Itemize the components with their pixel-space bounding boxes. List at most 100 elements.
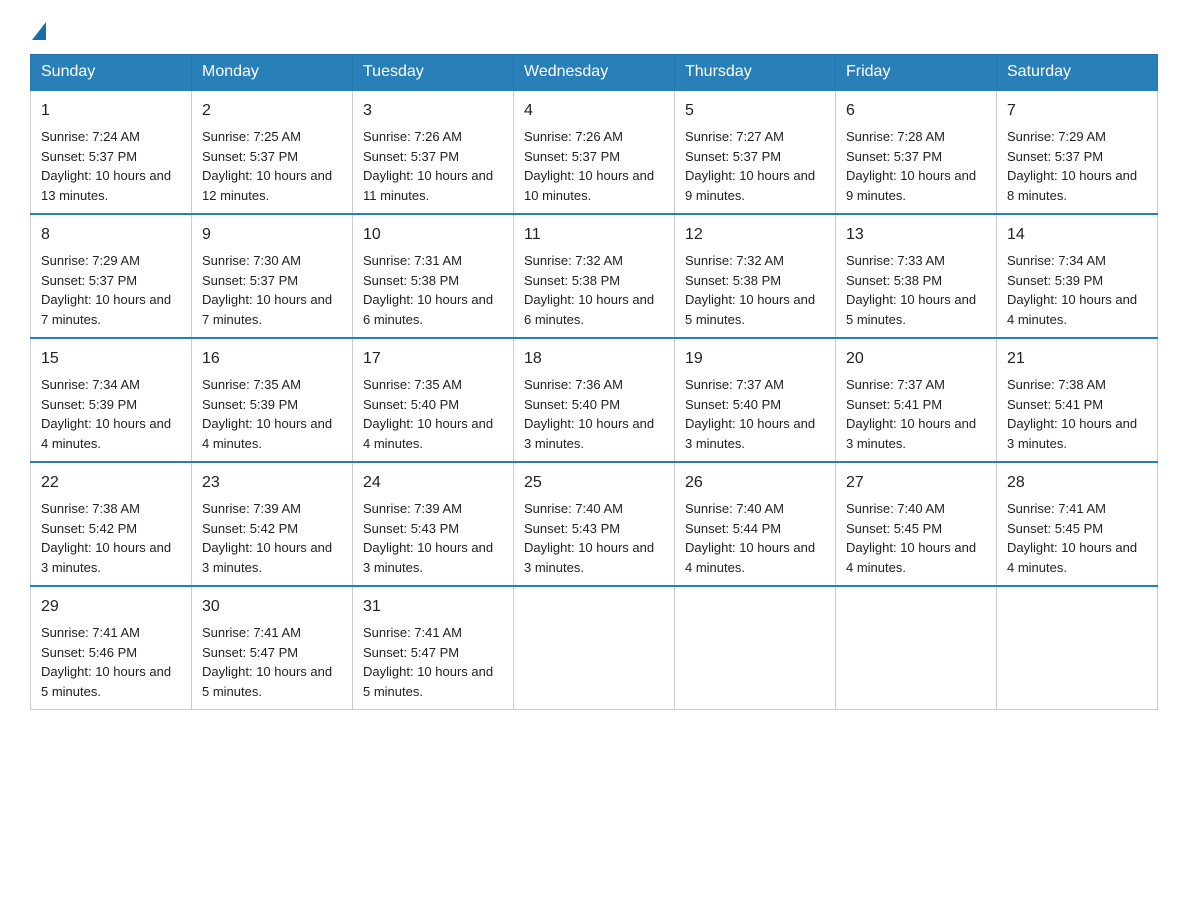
sunset-label: Sunset: 5:38 PM [685, 273, 781, 288]
sunrise-label: Sunrise: 7:33 AM [846, 253, 945, 268]
sunrise-label: Sunrise: 7:24 AM [41, 129, 140, 144]
calendar-cell: 31 Sunrise: 7:41 AM Sunset: 5:47 PM Dayligh… [353, 586, 514, 710]
daylight-label: Daylight: 10 hours and 6 minutes. [363, 292, 493, 327]
sunrise-label: Sunrise: 7:28 AM [846, 129, 945, 144]
sunset-label: Sunset: 5:37 PM [363, 149, 459, 164]
day-number: 13 [846, 223, 986, 247]
day-number: 4 [524, 99, 664, 123]
sunrise-label: Sunrise: 7:40 AM [846, 501, 945, 516]
day-number: 3 [363, 99, 503, 123]
calendar-cell: 18Sunrise: 7:36 AMSunset: 5:40 PMDayligh… [514, 338, 675, 462]
sunset-label: Sunset: 5:45 PM [846, 521, 942, 536]
daylight-label: Daylight: 10 hours and 5 minutes. [41, 664, 171, 699]
day-number: 24 [363, 471, 503, 495]
col-header-tuesday: Tuesday [353, 55, 514, 91]
daylight-label: Daylight: 10 hours and 9 minutes. [685, 168, 815, 203]
calendar-week-row: 8Sunrise: 7:29 AMSunset: 5:37 PMDaylight… [31, 214, 1158, 338]
calendar-cell: 9Sunrise: 7:30 AMSunset: 5:37 PMDaylight… [192, 214, 353, 338]
calendar-cell: 29Sunrise: 7:41 AMSunset: 5:46 PMDayligh… [31, 586, 192, 710]
sunset-label: Sunset: 5:40 PM [685, 397, 781, 412]
sunrise-label: Sunrise: 7:32 AM [685, 253, 784, 268]
sunrise-label: Sunrise: 7:30 AM [202, 253, 301, 268]
sunset-label: Sunset: 5:44 PM [685, 521, 781, 536]
calendar-cell: 21Sunrise: 7:38 AMSunset: 5:41 PMDayligh… [997, 338, 1158, 462]
sunrise-label: Sunrise: 7:37 AM [685, 377, 784, 392]
calendar-cell: 24Sunrise: 7:39 AMSunset: 5:43 PMDayligh… [353, 462, 514, 586]
sunrise-label: Sunrise: 7:41 AM [1007, 501, 1106, 516]
sunrise-label: Sunrise: 7:40 AM [685, 501, 784, 516]
daylight-label: Daylight: 10 hours and 4 minutes. [846, 540, 976, 575]
daylight-label: Daylight: 10 hours and 4 minutes. [1007, 292, 1137, 327]
day-number: 7 [1007, 99, 1147, 123]
sunrise-label: Sunrise: 7:26 AM [524, 129, 623, 144]
sunrise-label: Sunrise: 7:29 AM [41, 253, 140, 268]
sunset-label: Sunset: 5:37 PM [524, 149, 620, 164]
sunrise-label: Sunrise: 7:31 AM [363, 253, 462, 268]
calendar-cell: 3Sunrise: 7:26 AMSunset: 5:37 PMDaylight… [353, 90, 514, 214]
col-header-wednesday: Wednesday [514, 55, 675, 91]
daylight-label: Daylight: 10 hours and 3 minutes. [846, 416, 976, 451]
sunrise-label: Sunrise: 7:41 AM [41, 625, 140, 640]
calendar-cell [997, 586, 1158, 710]
daylight-label: Daylight: 10 hours and 3 minutes. [685, 416, 815, 451]
sunset-label: Sunset: 5:40 PM [524, 397, 620, 412]
daylight-label: Daylight: 10 hours and 4 minutes. [41, 416, 171, 451]
sunset-label: Sunset: 5:47 PM [363, 645, 459, 660]
sunset-label: Sunset: 5:37 PM [685, 149, 781, 164]
sunset-label: Sunset: 5:42 PM [41, 521, 137, 536]
day-number: 31 [363, 595, 503, 619]
sunrise-label: Sunrise: 7:34 AM [41, 377, 140, 392]
daylight-label: Daylight: 10 hours and 4 minutes. [202, 416, 332, 451]
calendar-week-row: 15 Sunrise: 7:34 AM Sunset: 5:39 PM Dayligh… [31, 338, 1158, 462]
calendar-cell: 4 Sunrise: 7:26 AM Sunset: 5:37 PM Daylight… [514, 90, 675, 214]
col-header-monday: Monday [192, 55, 353, 91]
day-number: 30 [202, 595, 342, 619]
daylight-label: Daylight: 10 hours and 3 minutes. [524, 540, 654, 575]
calendar-cell: 11Sunrise: 7:32 AMSunset: 5:38 PMDayligh… [514, 214, 675, 338]
day-number: 15 [41, 347, 181, 371]
sunset-label: Sunset: 5:37 PM [202, 273, 298, 288]
calendar-cell: 5Sunrise: 7:27 AMSunset: 5:37 PMDaylight… [675, 90, 836, 214]
calendar-cell: 16Sunrise: 7:35 AMSunset: 5:39 PMDayligh… [192, 338, 353, 462]
daylight-label: Daylight: 10 hours and 3 minutes. [41, 540, 171, 575]
daylight-label: Daylight: 10 hours and 5 minutes. [363, 664, 493, 699]
sunset-label: Sunset: 5:43 PM [524, 521, 620, 536]
sunset-label: Sunset: 5:38 PM [524, 273, 620, 288]
page-header [30, 20, 1158, 40]
logo [30, 20, 46, 40]
sunset-label: Sunset: 5:41 PM [846, 397, 942, 412]
day-number: 10 [363, 223, 503, 247]
sunrise-label: Sunrise: 7:35 AM [202, 377, 301, 392]
col-header-thursday: Thursday [675, 55, 836, 91]
sunrise-label: Sunrise: 7:37 AM [846, 377, 945, 392]
sunset-label: Sunset: 5:39 PM [202, 397, 298, 412]
sunrise-label: Sunrise: 7:32 AM [524, 253, 623, 268]
sunset-label: Sunset: 5:38 PM [363, 273, 459, 288]
sunset-label: Sunset: 5:42 PM [202, 521, 298, 536]
calendar-cell: 2Sunrise: 7:25 AMSunset: 5:37 PMDaylight… [192, 90, 353, 214]
calendar-week-row: 29Sunrise: 7:41 AMSunset: 5:46 PMDayligh… [31, 586, 1158, 710]
sunrise-label: Sunrise: 7:25 AM [202, 129, 301, 144]
daylight-label: Daylight: 10 hours and 3 minutes. [1007, 416, 1137, 451]
sunset-label: Sunset: 5:37 PM [202, 149, 298, 164]
day-number: 23 [202, 471, 342, 495]
daylight-label: Daylight: 10 hours and 4 minutes. [363, 416, 493, 451]
sunrise-label: Sunrise: 7:26 AM [363, 129, 462, 144]
logo-triangle-icon [32, 22, 46, 40]
sunrise-label: Sunrise: 7:34 AM [1007, 253, 1106, 268]
daylight-label: Daylight: 10 hours and 10 minutes. [524, 168, 654, 203]
sunset-label: Sunset: 5:39 PM [41, 397, 137, 412]
daylight-label: Daylight: 10 hours and 6 minutes. [524, 292, 654, 327]
calendar-cell: 12Sunrise: 7:32 AMSunset: 5:38 PMDayligh… [675, 214, 836, 338]
calendar-week-row: 1Sunrise: 7:24 AMSunset: 5:37 PMDaylight… [31, 90, 1158, 214]
daylight-label: Daylight: 10 hours and 5 minutes. [685, 292, 815, 327]
calendar-cell: 27Sunrise: 7:40 AMSunset: 5:45 PMDayligh… [836, 462, 997, 586]
daylight-label: Daylight: 10 hours and 3 minutes. [524, 416, 654, 451]
day-number: 6 [846, 99, 986, 123]
sunrise-label: Sunrise: 7:41 AM [363, 625, 462, 640]
sunrise-label: Sunrise: 7:39 AM [363, 501, 462, 516]
daylight-label: Daylight: 10 hours and 5 minutes. [202, 664, 332, 699]
daylight-label: Daylight: 10 hours and 5 minutes. [846, 292, 976, 327]
sunset-label: Sunset: 5:37 PM [41, 273, 137, 288]
daylight-label: Daylight: 10 hours and 3 minutes. [363, 540, 493, 575]
